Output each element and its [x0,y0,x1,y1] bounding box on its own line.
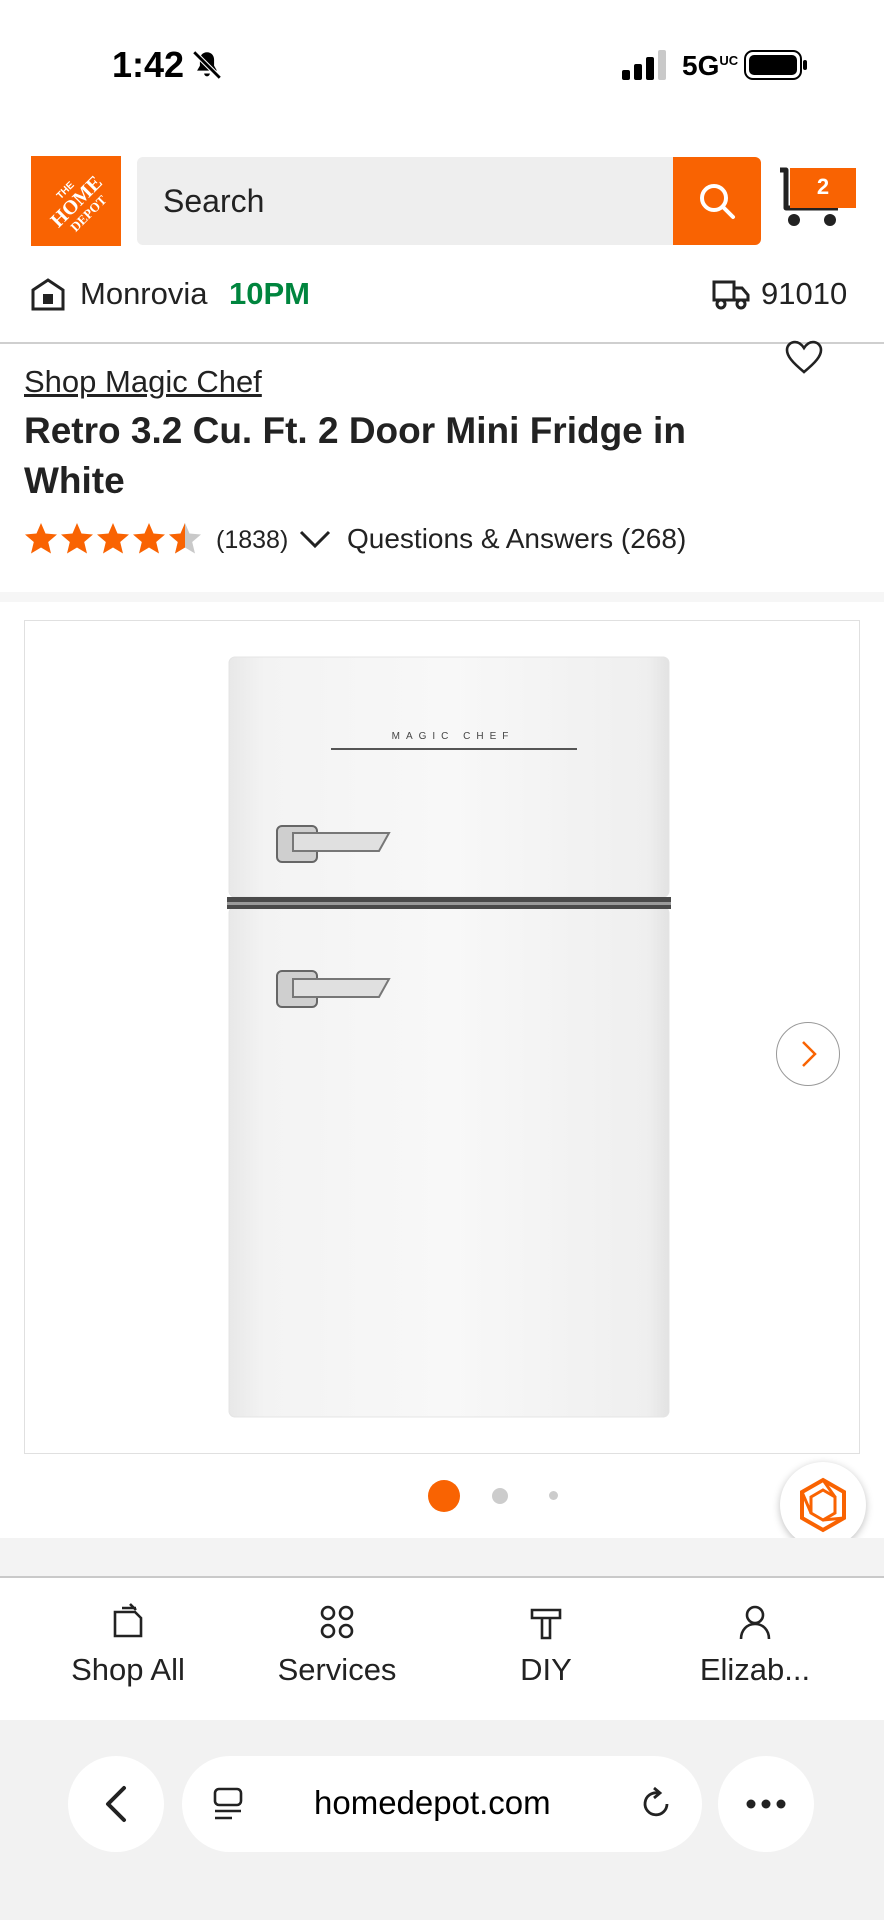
assistant-icon [800,1477,846,1533]
nav-label: Services [277,1652,397,1687]
section-separator [0,592,884,602]
questions-answers-link[interactable]: Questions & Answers (268) [347,523,686,555]
delivery-zip[interactable]: 91010 [761,276,847,312]
nav-label: DIY [520,1652,572,1687]
search-icon [700,184,735,219]
bell-off-icon [192,50,222,80]
diy-icon [530,1608,562,1640]
svg-text:MAGIC CHEF: MAGIC CHEF [392,731,515,742]
nav-shop-all[interactable]: Shop All [23,1602,233,1688]
delivery-truck-icon [712,280,750,310]
carousel-dot-active[interactable] [428,1480,460,1512]
browser-back-button[interactable] [68,1756,164,1852]
carousel-dot[interactable] [492,1488,508,1504]
search-placeholder: Search [163,183,265,219]
status-time: 1:42 [112,44,185,85]
store-icon [31,278,65,311]
review-count[interactable]: (1838) [216,526,288,555]
more-dots-icon [746,1799,786,1809]
search-button[interactable] [673,157,761,245]
chevron-down-icon[interactable] [298,524,332,554]
services-icon [320,1605,354,1639]
nav-divider [0,1576,884,1578]
battery-icon [744,50,807,80]
nav-diy[interactable]: DIY [441,1602,651,1688]
nav-label: Elizab... [699,1652,811,1687]
product-title: Retro 3.2 Cu. Ft. 2 Door Mini Fridge in … [24,410,686,501]
store-hours: 10PM [229,276,310,311]
assistant-button[interactable] [780,1462,866,1548]
carousel-dot[interactable] [549,1491,558,1500]
favorite-heart-icon[interactable] [784,340,824,376]
fridge-image: MAGIC CHEF [227,656,671,1418]
signal-icon [622,50,666,80]
home-depot-logo[interactable]: THE HOME DEPOT [31,156,121,246]
cart-count-badge: 2 [790,168,856,208]
shop-brand-link[interactable]: Shop Magic Chef [24,364,262,400]
chevron-right-icon [802,1041,817,1067]
reload-icon[interactable] [638,1786,674,1822]
nav-account[interactable]: Elizab... [650,1602,860,1688]
shop-all-icon [113,1603,143,1638]
store-name[interactable]: Monrovia [80,276,208,312]
next-image-button[interactable] [776,1022,840,1086]
nav-label: Shop All [71,1652,185,1687]
rating-stars[interactable] [24,522,204,556]
network-label: 5GUC [682,50,739,81]
back-arrow-icon [106,1786,126,1822]
nav-services[interactable]: Services [232,1602,442,1688]
more-options-button[interactable] [718,1756,814,1852]
section-separator [0,1538,884,1578]
product-image[interactable]: MAGIC CHEF [24,620,860,1454]
account-icon [739,1605,771,1640]
header-divider [0,342,884,344]
page-menu-icon [213,1787,243,1820]
url-text: homedepot.com [314,1784,551,1821]
